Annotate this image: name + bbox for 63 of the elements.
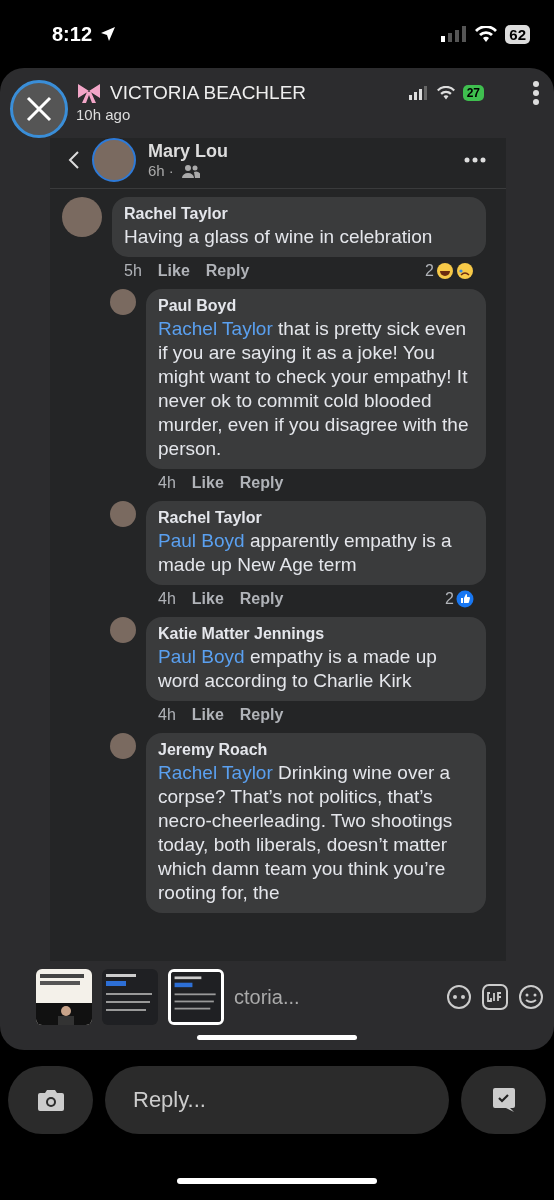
friends-icon [181,163,200,178]
thumbnail[interactable] [36,969,92,1025]
camera-icon [36,1088,65,1112]
comment-time: 4h [158,590,176,608]
like-link[interactable]: Like [191,590,224,608]
reply-link[interactable]: Reply [239,590,284,608]
reply-link[interactable]: Reply [239,474,284,492]
story-time: 10h ago [76,106,132,123]
reply-link[interactable]: Reply [205,262,250,280]
comment-text: Having a glass of wine in celebration [124,225,434,249]
close-icon [26,96,52,122]
comment-time: 5h [124,262,142,280]
reaction-count: 2 [425,262,434,280]
comment-author[interactable]: Jeremy Roach [158,741,474,759]
bow-icon [76,83,102,103]
story-username[interactable]: VICTORIA BEACHLER [110,82,307,104]
mention-link[interactable]: Paul Boyd [158,530,245,551]
smiley-icon[interactable] [518,984,544,1010]
comment-text: Rachel Taylor Drinking wine over a corpse? That’s not politics, that’s necro-cheerleading. Two shootings today, both liberals, doesn’t matter which damn team you think you’re rooting for, the [158,761,454,905]
avatar-sticker-icon[interactable] [446,984,472,1010]
like-link[interactable]: Like [157,262,190,280]
comment-text: Paul Boyd apparently empathy is a made up New Age term [158,529,453,577]
battery-level: 27 [462,85,484,101]
post-time: 6h · [148,162,174,179]
status-time: 8:12 [52,22,93,46]
comment-author[interactable]: Rachel Taylor [158,509,474,527]
avatar[interactable] [110,617,136,643]
comment-text: Rachel Taylor that is pretty sick even if you are saying it as a joke! You might want to check your empathy! It never ok to commit cold blooded murder, even if you disagree with the person. [158,317,470,461]
mention-link[interactable]: Paul Boyd [158,646,245,667]
comment-author[interactable]: Katie Matter Jennings [158,625,474,643]
signal-icon [408,86,429,100]
gif-icon[interactable] [482,984,508,1010]
avatar[interactable] [110,289,136,315]
comment-time: 4h [158,706,176,724]
thumbnail[interactable] [102,969,158,1025]
signal-icon [441,26,468,42]
comment-text: Paul Boyd empathy is a made up word according to Charlie Kirk [158,645,438,693]
avatar[interactable] [110,501,136,527]
mention-link[interactable]: Rachel Taylor [158,318,273,339]
avatar[interactable] [110,733,136,759]
mention-link[interactable]: Rachel Taylor [158,762,273,783]
check-bubble-icon [491,1087,516,1113]
comment-author[interactable]: Paul Boyd [158,297,474,315]
wifi-icon [436,86,455,100]
comment-time: 4h [158,474,176,492]
like-link[interactable]: Like [191,706,224,724]
avatar[interactable] [62,197,102,237]
post-author[interactable]: Mary Lou [148,141,452,162]
reaction-count: 2 [445,590,454,608]
comment-placeholder[interactable]: ctoria... [234,985,436,1009]
battery-level: 62 [505,24,530,44]
like-link[interactable]: Like [191,474,224,492]
location-arrow-icon [100,26,117,42]
more-icon[interactable] [532,80,540,106]
wifi-icon [475,26,498,42]
comment-author[interactable]: Rachel Taylor [124,205,474,223]
reply-field[interactable]: Reply... [105,1066,449,1134]
back-icon[interactable] [68,150,80,170]
reply-link[interactable]: Reply [239,706,284,724]
more-icon[interactable] [464,157,486,163]
thumbnail[interactable] [168,969,224,1025]
close-button[interactable] [10,80,68,138]
avatar[interactable] [92,138,136,182]
